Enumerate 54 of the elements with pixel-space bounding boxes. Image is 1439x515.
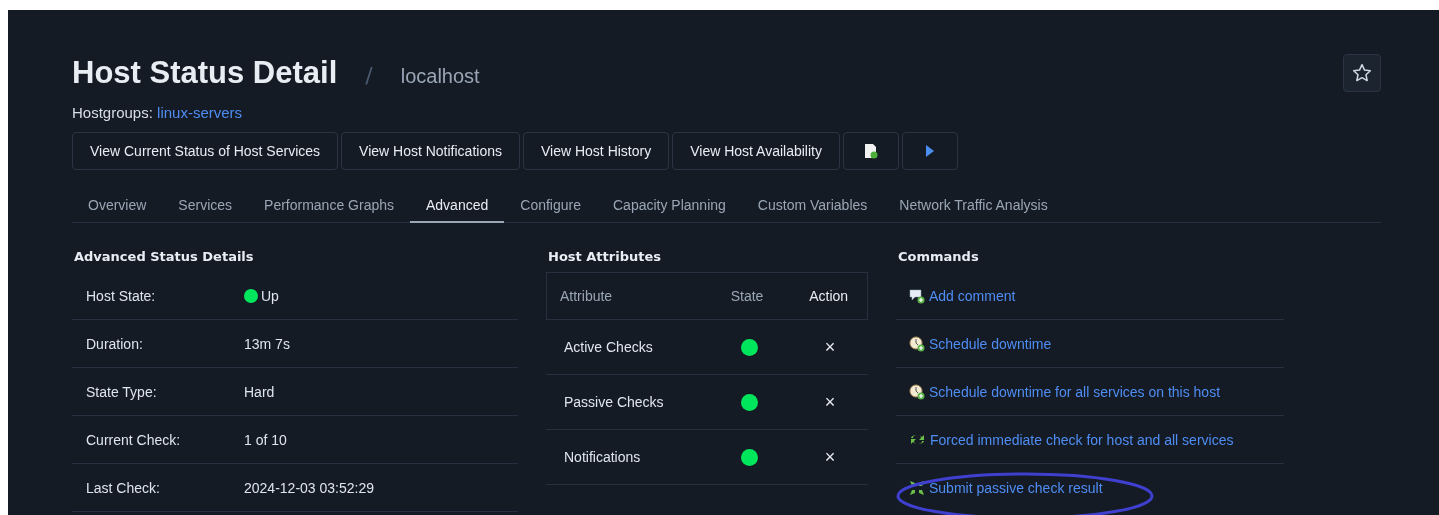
detail-value: 1 of 10 — [244, 431, 287, 448]
detail-value: 13m 7s — [244, 335, 290, 352]
host-name: localhost — [400, 65, 480, 88]
command-link[interactable]: Schedule downtime for all services on this host — [929, 383, 1221, 400]
command-link[interactable]: Forced immediate check for host and all services — [930, 431, 1234, 448]
detail-label: Current Check: — [86, 431, 182, 448]
disable-action[interactable]: × — [824, 446, 836, 468]
tab[interactable]: Performance Graphs — [248, 189, 410, 223]
page-title: Host Status Detail — [72, 55, 338, 91]
command-link[interactable]: Schedule downtime — [929, 335, 1052, 352]
section-title: Advanced Status Details — [73, 249, 255, 264]
column-header: State — [729, 288, 765, 304]
hostgroup-link[interactable]: linux-servers — [157, 104, 243, 121]
section-title: Host Attributes — [547, 249, 662, 264]
detail-label: State Type: — [86, 383, 158, 400]
table-cell-text: Active Checks — [563, 339, 654, 355]
document-icon — [864, 143, 878, 159]
table-cell-text: Notifications — [563, 449, 642, 465]
command-link[interactable]: Add comment — [929, 287, 1016, 304]
tab[interactable]: Configure — [504, 189, 597, 223]
column-header: Attribute — [559, 288, 614, 304]
detail-value: Hard — [244, 383, 275, 400]
tab[interactable]: Custom Variables — [741, 189, 884, 223]
breadcrumb-separator: / — [365, 63, 373, 88]
tab[interactable]: Network Traffic Analysis — [883, 189, 1064, 223]
hostgroups-text: Hostgroups: linux-servers — [72, 104, 244, 121]
document-button[interactable] — [843, 132, 899, 170]
tab[interactable]: Services — [162, 189, 249, 223]
disable-action[interactable]: × — [824, 336, 836, 358]
detail-value: 2024-12-03 03:52:29 — [244, 479, 374, 496]
section-title: Commands — [897, 249, 980, 264]
star-icon — [1352, 63, 1372, 83]
action-button[interactable]: View Current Status of Host Services — [72, 132, 339, 170]
detail-label: Host State: — [86, 287, 157, 304]
play-button[interactable] — [902, 132, 958, 170]
detail-value: Up — [261, 287, 279, 304]
detail-label: Duration: — [86, 335, 144, 352]
tab[interactable]: Advanced — [410, 189, 505, 223]
table-cell-text: Passive Checks — [563, 394, 665, 410]
action-button[interactable]: View Host History — [523, 132, 670, 170]
tab[interactable]: Capacity Planning — [597, 189, 742, 223]
tab[interactable]: Overview — [72, 189, 163, 223]
column-header: Action — [808, 288, 850, 304]
favorite-button[interactable] — [1343, 54, 1381, 92]
clock-icon — [909, 383, 925, 400]
disable-action[interactable]: × — [824, 391, 836, 413]
refresh-icon — [909, 432, 926, 447]
action-button[interactable]: View Host Notifications — [341, 132, 520, 170]
play-icon — [926, 145, 934, 157]
comment-icon — [909, 287, 925, 304]
action-button[interactable]: View Host Availability — [672, 132, 840, 170]
arrows-icon — [909, 479, 925, 496]
detail-label: Last Check: — [86, 479, 161, 496]
clock-icon — [909, 335, 925, 352]
